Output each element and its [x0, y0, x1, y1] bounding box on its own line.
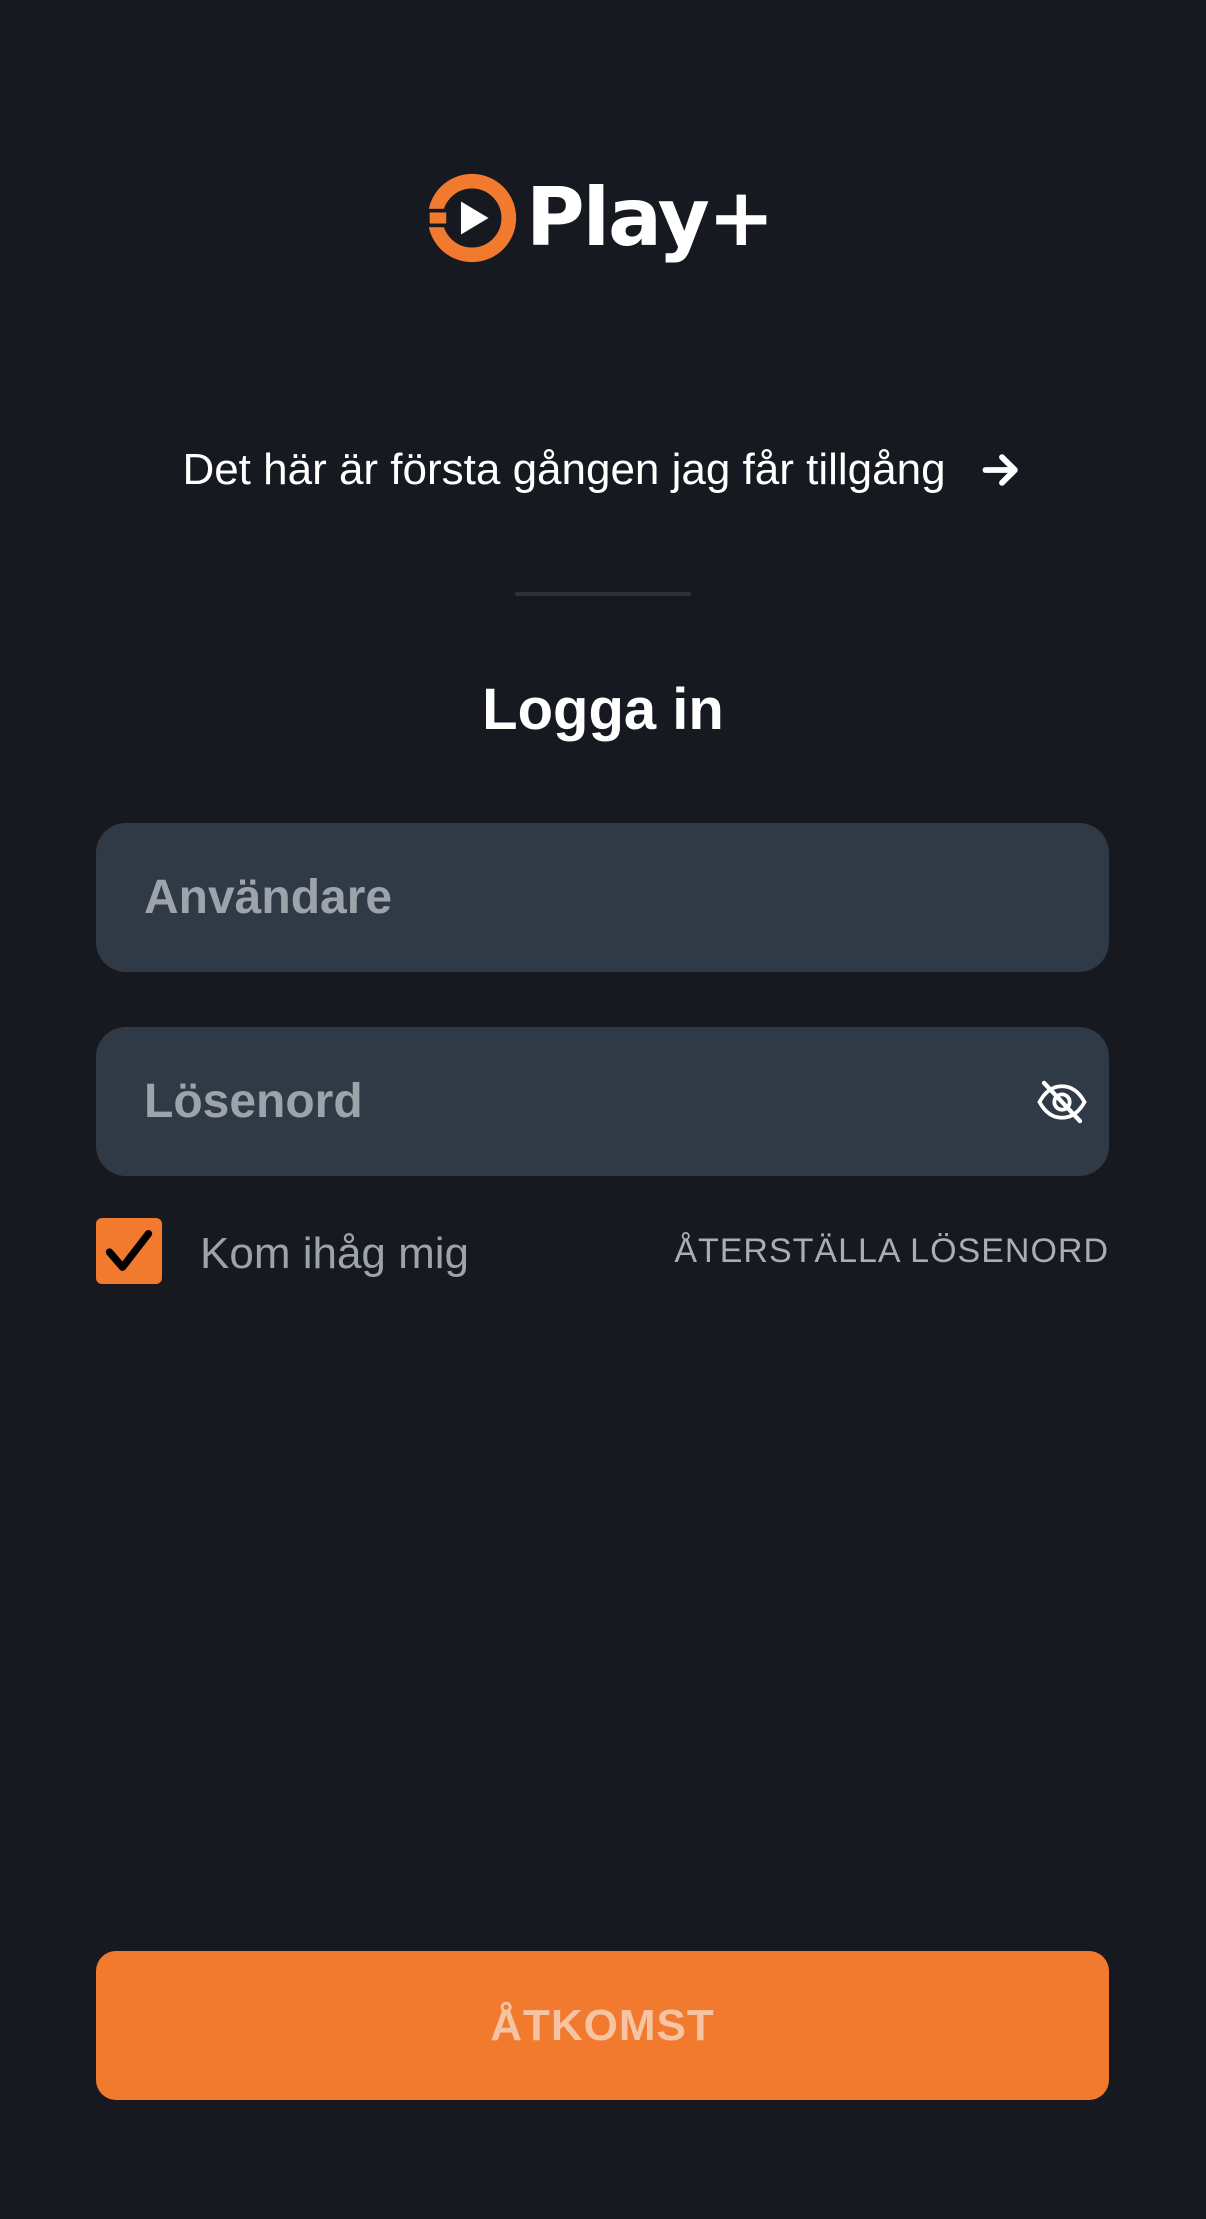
section-divider: [515, 592, 691, 596]
arrow-right-icon: [982, 454, 1018, 486]
username-field[interactable]: [96, 823, 1109, 972]
checkmark-icon: [105, 1229, 153, 1271]
eye-off-icon[interactable]: [1035, 1075, 1089, 1129]
first-time-access-link[interactable]: Det här är första gången jag får tillgån…: [0, 440, 1206, 500]
username-input[interactable]: [142, 869, 1006, 926]
first-time-access-label: Det här är första gången jag får tillgån…: [182, 445, 946, 494]
login-title: Logga in: [482, 677, 724, 742]
remember-me-label: Kom ihåg mig: [200, 1229, 470, 1278]
remember-me-toggle[interactable]: Kom ihåg mig: [96, 1218, 469, 1284]
password-field[interactable]: [96, 1027, 1109, 1176]
reset-password-link[interactable]: ÅTERSTÄLLA LÖSENORD: [674, 1232, 1109, 1271]
password-input[interactable]: [142, 1073, 1006, 1130]
brand-name: Play+: [526, 171, 775, 264]
remember-me-checkbox[interactable]: [96, 1218, 162, 1284]
brand-logo: Play+: [426, 168, 775, 268]
play-circle-icon: [426, 173, 517, 263]
access-button[interactable]: ÅTKOMST: [96, 1951, 1109, 2100]
